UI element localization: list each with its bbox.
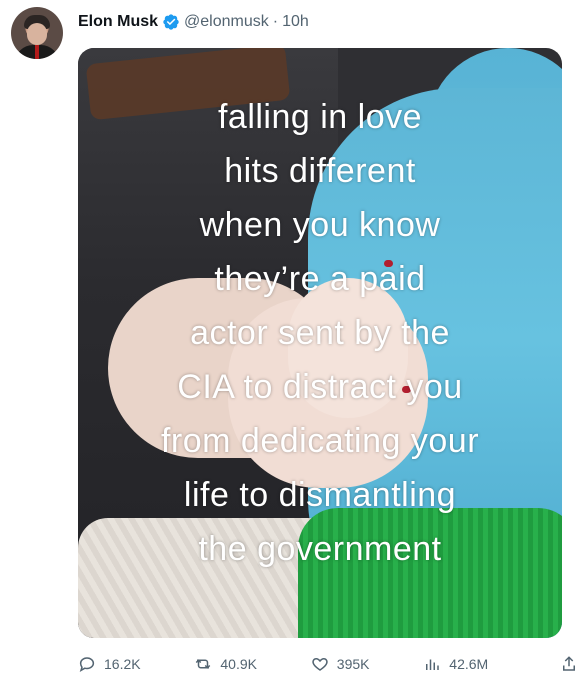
- reply-count: 16.2K: [104, 656, 141, 672]
- avatar-tie: [35, 45, 39, 59]
- repost-count: 40.9K: [220, 656, 257, 672]
- caption-line: when you know: [199, 206, 441, 244]
- caption-line: hits different: [224, 152, 416, 190]
- caption-line: the government: [198, 530, 442, 568]
- repost-icon: [196, 659, 211, 669]
- author-name[interactable]: Elon Musk: [78, 13, 158, 31]
- views-button[interactable]: 42.6M: [423, 655, 488, 673]
- caption-line: from dedicating your: [160, 422, 480, 460]
- avatar[interactable]: [11, 7, 63, 59]
- caption-line: they’re a paid: [214, 260, 426, 298]
- share-icon: [563, 656, 575, 671]
- image-caption: falling in love hits different when you …: [78, 90, 562, 576]
- like-button[interactable]: 395K: [311, 655, 370, 673]
- author-handle[interactable]: @elonmusk: [184, 13, 269, 31]
- heart-icon: [312, 657, 328, 671]
- separator-dot: ·: [272, 13, 279, 30]
- caption-line: actor sent by the: [190, 314, 450, 352]
- share-button[interactable]: [560, 655, 578, 673]
- views-count: 42.6M: [449, 656, 489, 672]
- verified-badge-icon: [162, 13, 180, 31]
- tweet-actions: 16.2K 40.9K 395K 42.6M: [78, 652, 578, 676]
- tweet-time[interactable]: 10h: [282, 13, 309, 31]
- caption-line: falling in love: [217, 98, 423, 136]
- avatar-face: [27, 23, 47, 45]
- reply-button[interactable]: 16.2K: [78, 655, 141, 673]
- like-count: 395K: [336, 656, 370, 672]
- caption-line: life to dismantling: [183, 476, 457, 514]
- views-chart-icon: [426, 659, 440, 670]
- repost-button[interactable]: 40.9K: [194, 655, 257, 673]
- reply-icon: [79, 657, 95, 672]
- tweet-image[interactable]: falling in love hits different when you …: [78, 48, 562, 638]
- tweet: Elon Musk @elonmusk · 10h falling in lov…: [0, 0, 585, 685]
- tweet-header: Elon Musk @elonmusk · 10h: [78, 11, 309, 33]
- caption-line: CIA to distract you: [177, 368, 463, 406]
